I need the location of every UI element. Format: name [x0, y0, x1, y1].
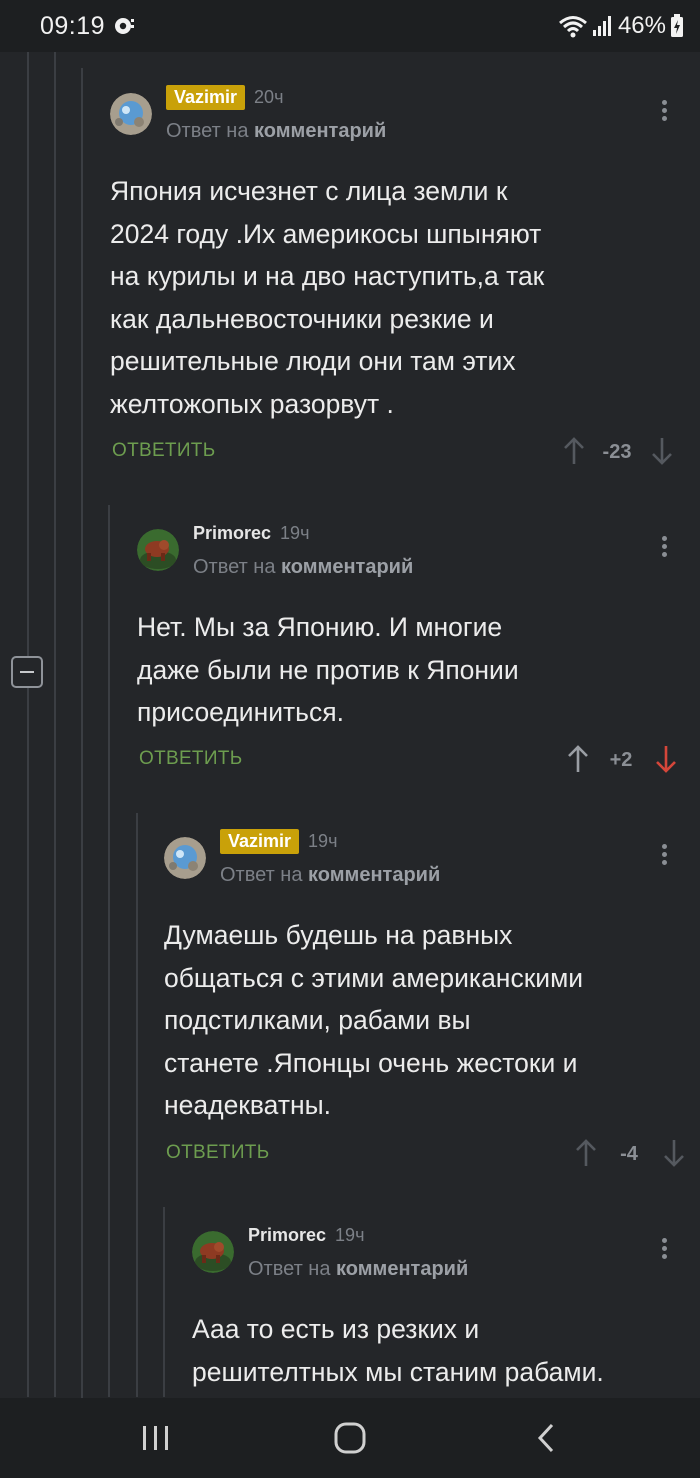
comment-text: Нет. Мы за Японию. И многие даже были не… — [137, 606, 519, 734]
arrow-down-icon[interactable] — [650, 436, 674, 471]
comment-line: даже были не против к Японии — [137, 654, 519, 685]
thread-line — [27, 52, 29, 1397]
vote-score: +2 — [609, 749, 633, 771]
more-vert-icon[interactable] — [654, 97, 674, 127]
back-icon[interactable] — [527, 1420, 567, 1456]
more-vert-icon[interactable] — [654, 841, 674, 871]
author-name[interactable]: Primorec — [248, 1223, 326, 1248]
reply-to-link[interactable]: комментарий — [281, 556, 413, 578]
comment-line: как дальневосточники резкие и — [110, 303, 494, 334]
avatar[interactable] — [192, 1231, 234, 1273]
status-icons: 46% — [558, 12, 684, 40]
vote-score: -23 — [602, 441, 632, 463]
signal-icon — [592, 14, 614, 38]
thread-line — [163, 1207, 165, 1397]
collapse-thread-button[interactable] — [11, 656, 43, 688]
comment-line: желтожопых разорвут . — [110, 388, 394, 419]
vote-score: -4 — [620, 1143, 638, 1165]
arrow-up-icon[interactable] — [562, 436, 586, 471]
reply-to-label: Ответ на — [248, 1258, 331, 1280]
reply-to: Ответ на комментарий — [166, 120, 386, 143]
comment-line: станете .Японцы очень жестоки и — [164, 1047, 578, 1078]
comment-line: Нет. Мы за Японию. И многие — [137, 612, 503, 642]
arrow-up-icon[interactable] — [566, 744, 590, 779]
thread-line — [81, 68, 83, 1413]
vote-control: -4 — [574, 1134, 694, 1174]
avatar[interactable] — [164, 837, 206, 879]
comment-time: 20ч — [254, 87, 284, 107]
comment-line: Думаешь будешь на равных — [164, 920, 513, 950]
comment-time: 19ч — [335, 1225, 365, 1245]
reply-button[interactable]: ОТВЕТИТЬ — [166, 1142, 269, 1164]
reply-to: Ответ на комментарий — [193, 556, 413, 579]
comment-line: присоединиться. — [137, 697, 344, 727]
comment-line: решительные люди они там этих — [110, 346, 516, 376]
more-vert-icon[interactable] — [654, 533, 674, 563]
comment-line: подстилками, рабами вы — [164, 1005, 471, 1035]
author-name[interactable]: Primorec — [193, 521, 271, 546]
comment-time: 19ч — [308, 831, 338, 851]
reply-to-label: Ответ на — [220, 864, 303, 886]
comment-line: неадекватны. — [164, 1090, 332, 1120]
author-name[interactable]: Vazimir — [166, 85, 246, 110]
vote-control: +2 — [566, 740, 686, 780]
comment-text: Ааа то есть из резких и решителтных мы с… — [192, 1308, 604, 1393]
reply-to-link[interactable]: комментарий — [254, 120, 386, 142]
arrow-down-icon[interactable] — [662, 1138, 686, 1173]
comment-line: общаться с этими американскими — [164, 962, 584, 993]
more-vert-icon[interactable] — [654, 1235, 674, 1265]
status-time: 09:19 — [40, 12, 106, 40]
arrow-down-icon[interactable] — [654, 744, 678, 779]
comment-line: Япония исчезнет с лица земли к — [110, 176, 508, 206]
reply-button[interactable]: ОТВЕТИТЬ — [139, 748, 242, 770]
comment-line: 2024 году .Их америкосы шпыняют — [110, 218, 542, 249]
reply-to-label: Ответ на — [166, 120, 249, 142]
reply-button[interactable]: ОТВЕТИТЬ — [112, 440, 215, 462]
avatar[interactable] — [137, 529, 179, 571]
reply-to-label: Ответ на — [193, 556, 276, 578]
recent-apps-icon[interactable] — [136, 1420, 176, 1456]
comment-line: Ааа то есть из резких и — [192, 1314, 480, 1344]
wifi-icon — [558, 14, 588, 38]
comment-line: решителтных мы станим рабами. — [192, 1356, 604, 1387]
vote-control: -23 — [562, 432, 682, 472]
comment-text: Думаешь будешь на равных общаться с этим… — [164, 914, 583, 1127]
status-bar: 09:19 46% — [0, 0, 700, 52]
battery-percent: 46% — [617, 12, 666, 39]
avatar[interactable] — [110, 93, 152, 135]
reply-to-link[interactable]: комментарий — [308, 864, 440, 886]
sync-notification-icon — [114, 16, 136, 36]
author-name[interactable]: Vazimir — [220, 829, 300, 854]
comment-text: Япония исчезнет с лица земли к 2024 году… — [110, 170, 544, 425]
thread-line — [108, 505, 110, 1397]
system-nav-bar — [0, 1398, 700, 1478]
home-icon[interactable] — [330, 1420, 370, 1456]
thread-line — [54, 52, 56, 1397]
thread-line — [136, 813, 138, 1397]
arrow-up-icon[interactable] — [574, 1138, 598, 1173]
comment-line: на курилы и на дво наступить,а так — [110, 261, 545, 291]
reply-to: Ответ на комментарий — [220, 864, 440, 887]
reply-to-link[interactable]: комментарий — [336, 1258, 468, 1280]
reply-to: Ответ на комментарий — [248, 1258, 468, 1281]
app-screen: 09:19 46% Vazimir 20ч Ответ на комментар… — [0, 0, 700, 1478]
battery-icon — [670, 14, 684, 38]
comment-time: 19ч — [280, 523, 310, 543]
